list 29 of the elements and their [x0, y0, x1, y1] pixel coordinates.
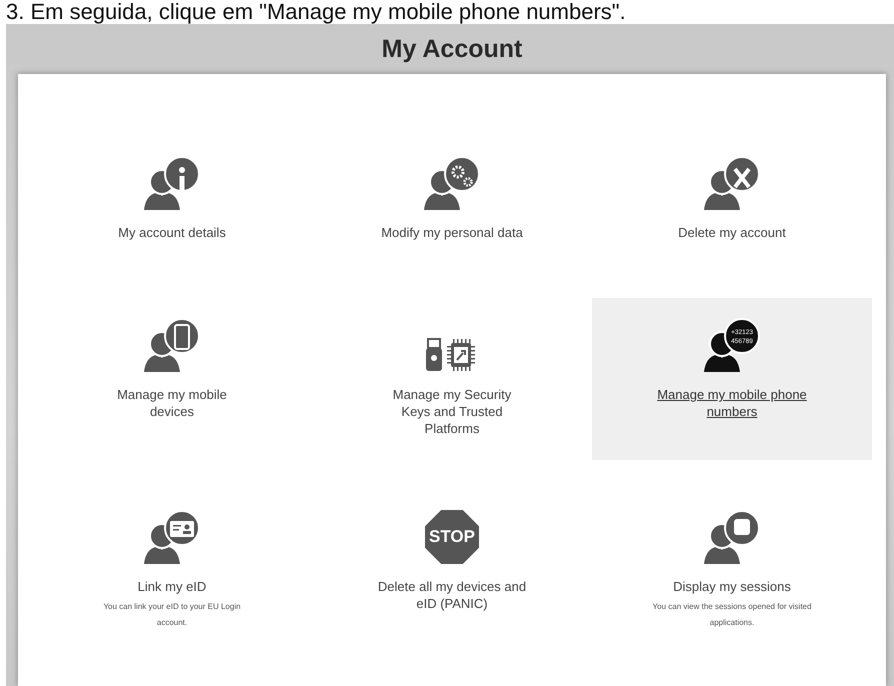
tile-link[interactable]: Display my sessions [673, 578, 791, 595]
user-square-icon [704, 510, 760, 564]
user-id-card-icon [144, 510, 200, 564]
instruction-text: 3. Em seguida, clique em "Manage my mobile phone numbers". [5, 0, 627, 24]
menu-tile[interactable]: Modify my personal data [312, 136, 592, 298]
user-info-icon [144, 156, 200, 210]
menu-tile[interactable]: My account details [32, 136, 312, 298]
user-numbers-icon [704, 318, 760, 372]
description-text: You can view the sessions opened for visited applications. [652, 601, 812, 629]
menu-tile[interactable]: Link my eID You can link your eID to your EU Login account. [32, 490, 312, 641]
tile-link[interactable]: Manage my Security Keys and Trusted Platforms [377, 386, 527, 437]
menu-tile[interactable]: Manage my Security Keys and Trusted Platforms [312, 298, 592, 460]
stop-sign: STOP [425, 510, 479, 564]
menu-tile[interactable]: Display my sessions You can view the sessions opened for visited applications. [592, 490, 872, 641]
user-phone-icon [144, 318, 200, 372]
tile-link[interactable]: Modify my personal data [381, 224, 523, 241]
tile-link[interactable]: Link my eID [138, 578, 206, 595]
description-text: You can link your eID to your EU Login account. [102, 601, 242, 629]
menu-tile[interactable]: STOP Delete all my devices and eID (PANIC) [312, 490, 592, 641]
tile-link[interactable]: My account details [118, 224, 226, 241]
tile-link[interactable]: Manage my mobile devices [97, 386, 247, 420]
tile-link[interactable]: Manage my mobile phone numbers [657, 386, 807, 420]
tile-link[interactable]: Delete all my devices and eID (PANIC) [377, 578, 527, 612]
user-x-icon [704, 156, 760, 210]
user-gears-icon [424, 156, 480, 210]
tile-link[interactable]: Delete my account [678, 224, 786, 241]
menu-tile[interactable]: Manage my mobile devices [32, 298, 312, 460]
menu-tile[interactable]: Delete my account [592, 136, 872, 298]
page-title: My Account [380, 34, 524, 65]
